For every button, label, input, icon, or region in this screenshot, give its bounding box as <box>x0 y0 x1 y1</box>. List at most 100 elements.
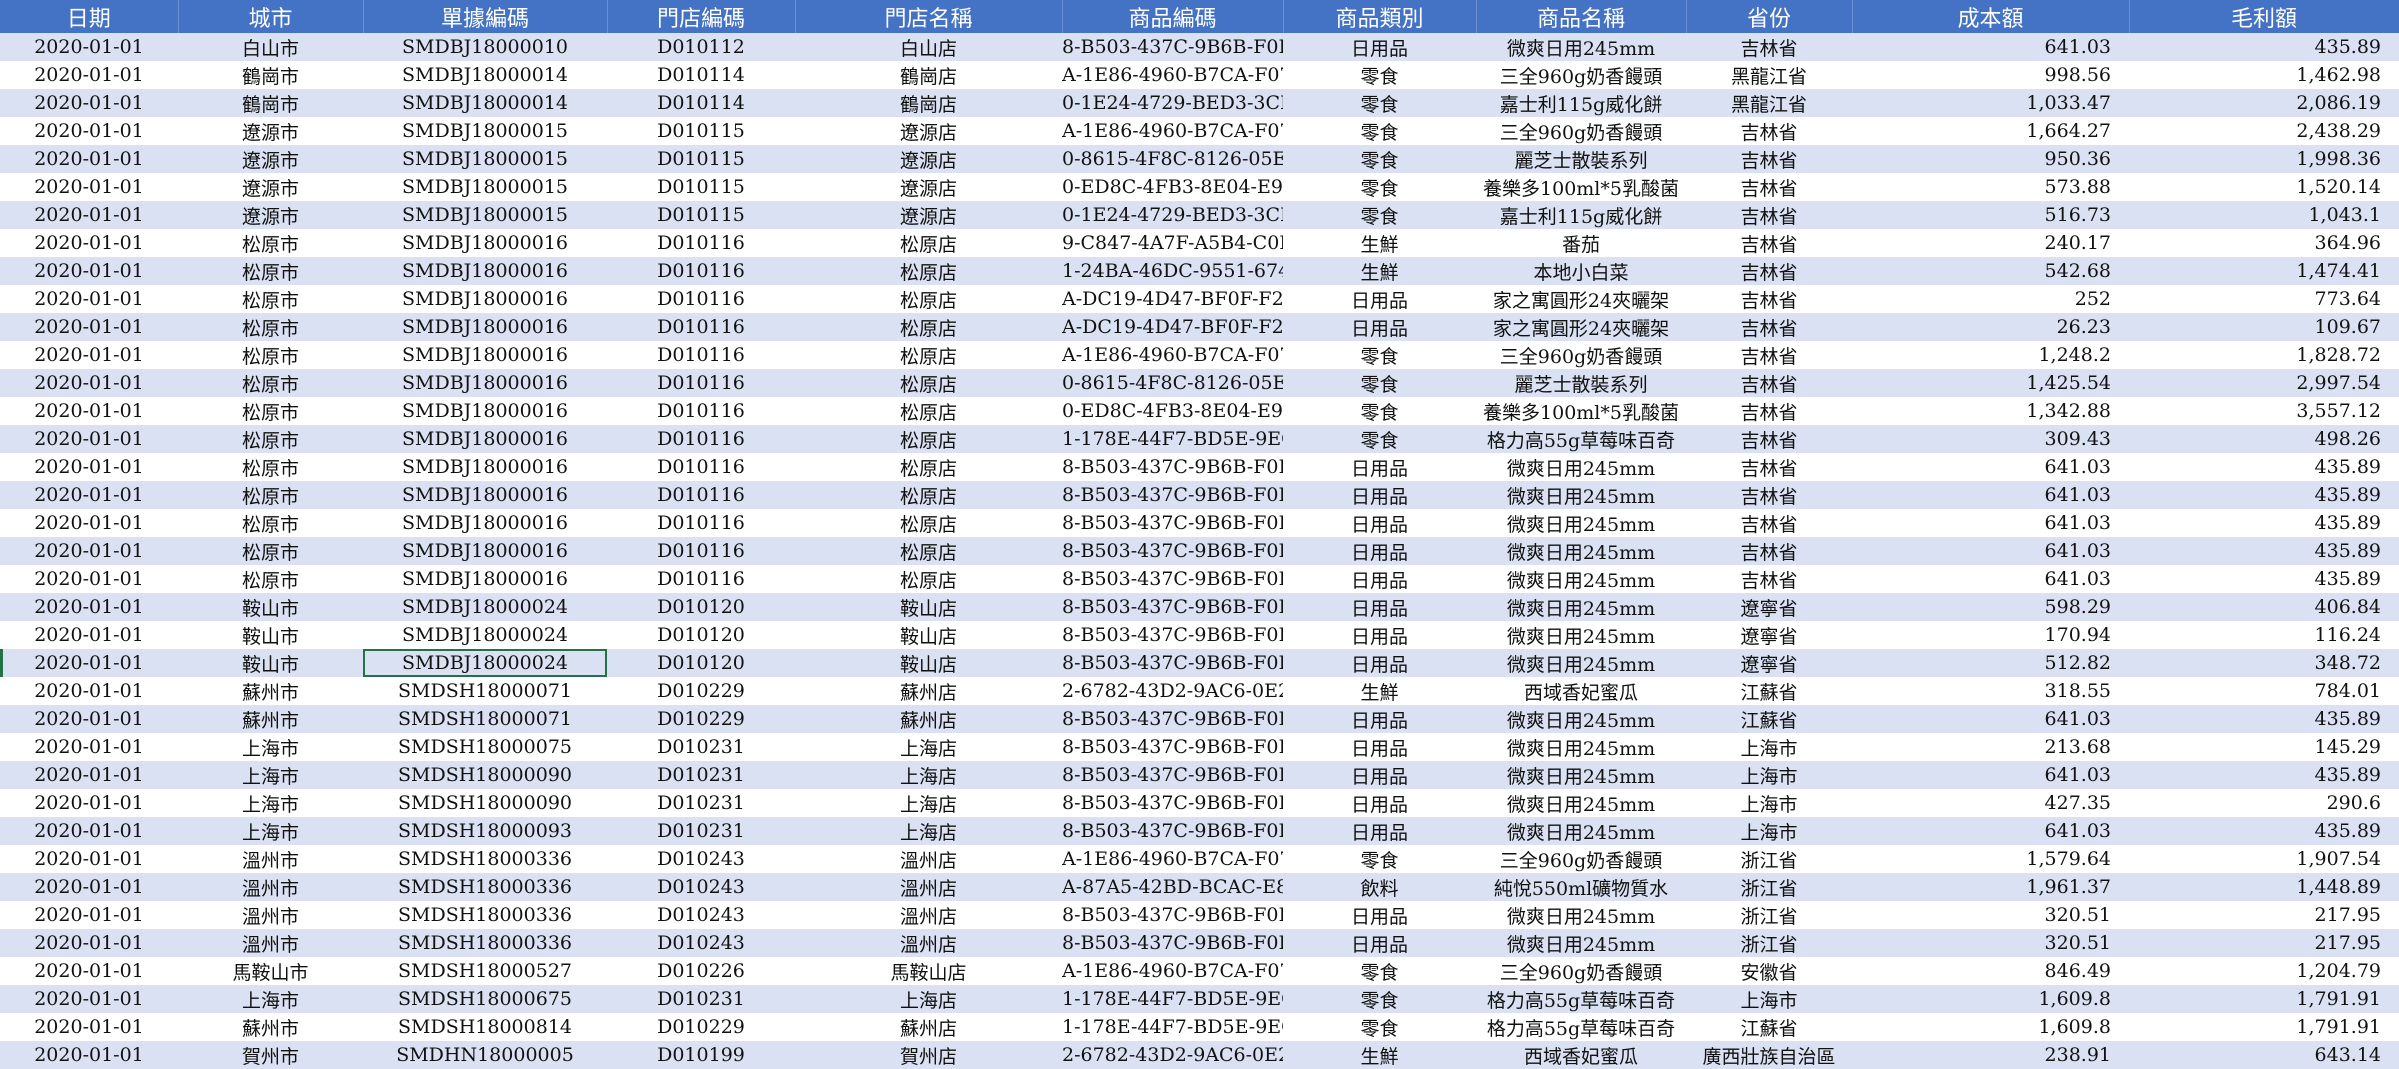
cell-store-code[interactable]: D010120 <box>607 593 795 621</box>
cell-date[interactable]: 2020-01-01 <box>0 761 178 789</box>
cell-date[interactable]: 2020-01-01 <box>0 1013 178 1041</box>
cell-store-code[interactable]: D010116 <box>607 341 795 369</box>
cell-document-code[interactable]: SMDSH18000336 <box>363 901 607 929</box>
cell-product-name[interactable]: 微爽日用245mm <box>1476 453 1686 481</box>
cell-cost-amount[interactable]: 846.49 <box>1852 957 2129 985</box>
cell-product-category[interactable]: 零食 <box>1283 61 1476 89</box>
cell-city[interactable]: 遼源市 <box>178 173 363 201</box>
cell-store-code[interactable]: D010116 <box>607 509 795 537</box>
cell-city[interactable]: 溫州市 <box>178 929 363 957</box>
cell-cost-amount[interactable]: 213.68 <box>1852 733 2129 761</box>
cell-product-code[interactable]: 1-178E-44F7-BD5E-9ECD8 <box>1062 1013 1283 1041</box>
cell-cost-amount[interactable]: 950.36 <box>1852 145 2129 173</box>
cell-province[interactable]: 浙江省 <box>1686 873 1852 901</box>
cell-gross-profit[interactable]: 1,998.36 <box>2129 145 2399 173</box>
cell-document-code[interactable]: SMDSH18000075 <box>363 733 607 761</box>
cell-gross-profit[interactable]: 435.89 <box>2129 705 2399 733</box>
cell-document-code[interactable]: SMDBJ18000016 <box>363 453 607 481</box>
cell-store-code[interactable]: D010231 <box>607 789 795 817</box>
cell-store-name[interactable]: 溫州店 <box>795 929 1062 957</box>
cell-store-code[interactable]: D010115 <box>607 201 795 229</box>
cell-document-code[interactable]: SMDBJ18000024 <box>363 593 607 621</box>
cell-province[interactable]: 吉林省 <box>1686 453 1852 481</box>
cell-gross-profit[interactable]: 435.89 <box>2129 453 2399 481</box>
cell-store-code[interactable]: D010243 <box>607 845 795 873</box>
cell-date[interactable]: 2020-01-01 <box>0 789 178 817</box>
cell-city[interactable]: 松原市 <box>178 425 363 453</box>
cell-product-category[interactable]: 零食 <box>1283 201 1476 229</box>
spreadsheet[interactable]: 日期 城市 單據編碼 門店編碼 門店名稱 商品編碼 商品類別 商品名稱 省份 成… <box>0 0 2399 1069</box>
cell-store-name[interactable]: 上海店 <box>795 733 1062 761</box>
cell-store-name[interactable]: 松原店 <box>795 537 1062 565</box>
header-date[interactable]: 日期 <box>0 0 179 33</box>
cell-product-code[interactable]: A-1E86-4960-B7CA-F077A <box>1062 957 1283 985</box>
cell-document-code[interactable]: SMDSH18000814 <box>363 1013 607 1041</box>
cell-product-name[interactable]: 嘉士利115g威化餅 <box>1476 201 1686 229</box>
cell-document-code[interactable]: SMDBJ18000016 <box>363 425 607 453</box>
cell-gross-profit[interactable]: 435.89 <box>2129 565 2399 593</box>
cell-store-code[interactable]: D010231 <box>607 733 795 761</box>
cell-cost-amount[interactable]: 1,579.64 <box>1852 845 2129 873</box>
cell-cost-amount[interactable]: 240.17 <box>1852 229 2129 257</box>
cell-province[interactable]: 江蘇省 <box>1686 677 1852 705</box>
cell-store-code[interactable]: D010231 <box>607 985 795 1013</box>
cell-document-code[interactable]: SMDSH18000527 <box>363 957 607 985</box>
cell-product-name[interactable]: 微爽日用245mm <box>1476 901 1686 929</box>
cell-store-name[interactable]: 上海店 <box>795 985 1062 1013</box>
header-gross-profit[interactable]: 毛利額 <box>2129 0 2399 33</box>
cell-document-code[interactable]: SMDBJ18000016 <box>363 397 607 425</box>
cell-gross-profit[interactable]: 773.64 <box>2129 285 2399 313</box>
cell-product-category[interactable]: 日用品 <box>1283 705 1476 733</box>
cell-product-code[interactable]: 8-B503-437C-9B6B-F0B59 <box>1062 565 1283 593</box>
cell-date[interactable]: 2020-01-01 <box>0 369 178 397</box>
cell-province[interactable]: 廣西壯族自治區 <box>1686 1041 1852 1069</box>
cell-city[interactable]: 遼源市 <box>178 201 363 229</box>
cell-cost-amount[interactable]: 542.68 <box>1852 257 2129 285</box>
cell-date[interactable]: 2020-01-01 <box>0 733 178 761</box>
cell-cost-amount[interactable]: 320.51 <box>1852 901 2129 929</box>
cell-product-name[interactable]: 三全960g奶香饅頭 <box>1476 845 1686 873</box>
cell-product-name[interactable]: 三全960g奶香饅頭 <box>1476 341 1686 369</box>
cell-document-code[interactable]: SMDBJ18000014 <box>363 89 607 117</box>
cell-product-code[interactable]: 1-178E-44F7-BD5E-9ECD8 <box>1062 425 1283 453</box>
cell-date[interactable]: 2020-01-01 <box>0 145 178 173</box>
cell-date[interactable]: 2020-01-01 <box>0 901 178 929</box>
cell-document-code[interactable]: SMDHN18000005 <box>363 1041 607 1069</box>
cell-province[interactable]: 吉林省 <box>1686 33 1852 61</box>
cell-document-code[interactable]: SMDBJ18000015 <box>363 145 607 173</box>
cell-product-code[interactable]: 8-B503-437C-9B6B-F0B59 <box>1062 481 1283 509</box>
cell-city[interactable]: 松原市 <box>178 285 363 313</box>
cell-document-code[interactable]: SMDBJ18000016 <box>363 229 607 257</box>
cell-gross-profit[interactable]: 435.89 <box>2129 817 2399 845</box>
cell-cost-amount[interactable]: 998.56 <box>1852 61 2129 89</box>
cell-cost-amount[interactable]: 641.03 <box>1852 453 2129 481</box>
cell-product-category[interactable]: 生鮮 <box>1283 257 1476 285</box>
cell-gross-profit[interactable]: 435.89 <box>2129 481 2399 509</box>
cell-gross-profit[interactable]: 1,520.14 <box>2129 173 2399 201</box>
cell-document-code[interactable]: SMDSH18000336 <box>363 929 607 957</box>
cell-date[interactable]: 2020-01-01 <box>0 1041 178 1069</box>
cell-document-code[interactable]: SMDSH18000336 <box>363 845 607 873</box>
cell-gross-profit[interactable]: 1,791.91 <box>2129 1013 2399 1041</box>
cell-province[interactable]: 吉林省 <box>1686 565 1852 593</box>
cell-store-code[interactable]: D010116 <box>607 229 795 257</box>
cell-date[interactable]: 2020-01-01 <box>0 481 178 509</box>
cell-date[interactable]: 2020-01-01 <box>0 285 178 313</box>
cell-product-name[interactable]: 微爽日用245mm <box>1476 509 1686 537</box>
cell-product-code[interactable]: 1-24BA-46DC-9551-6744A <box>1062 257 1283 285</box>
cell-store-name[interactable]: 松原店 <box>795 257 1062 285</box>
cell-province[interactable]: 浙江省 <box>1686 845 1852 873</box>
cell-product-name[interactable]: 西域香妃蜜瓜 <box>1476 1041 1686 1069</box>
cell-store-name[interactable]: 松原店 <box>795 509 1062 537</box>
cell-cost-amount[interactable]: 641.03 <box>1852 817 2129 845</box>
cell-date[interactable]: 2020-01-01 <box>0 509 178 537</box>
cell-province[interactable]: 吉林省 <box>1686 257 1852 285</box>
cell-document-code[interactable]: SMDSH18000090 <box>363 789 607 817</box>
cell-date[interactable]: 2020-01-01 <box>0 817 178 845</box>
cell-document-code[interactable]: SMDBJ18000016 <box>363 481 607 509</box>
selected-cell[interactable]: SMDBJ18000024 <box>363 649 607 677</box>
cell-document-code[interactable]: SMDBJ18000016 <box>363 369 607 397</box>
cell-product-code[interactable]: 8-B503-437C-9B6B-F0B59 <box>1062 789 1283 817</box>
cell-store-name[interactable]: 鶴崗店 <box>795 61 1062 89</box>
cell-city[interactable]: 鞍山市 <box>178 649 363 677</box>
